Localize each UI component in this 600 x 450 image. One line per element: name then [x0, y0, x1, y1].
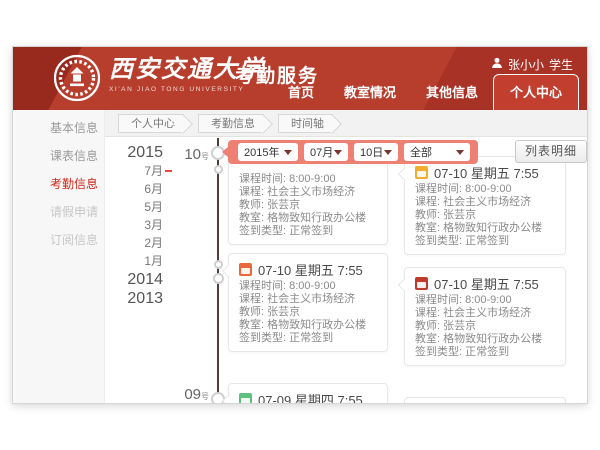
card-title: 07-09 星期四 7:55: [258, 390, 363, 405]
calendar-icon: [239, 263, 252, 276]
attendance-card: 07-10 星期五 7:55 课程时间: 8:00-9:00 课程: 社会主义市…: [228, 253, 388, 352]
chevron-down-icon: [284, 150, 292, 155]
top-nav: 首页 教室情况 其他信息 个人中心: [273, 74, 579, 110]
calendar-icon: [415, 277, 428, 290]
chevron-down-icon: [456, 150, 464, 155]
timeline-month-mar[interactable]: 3月: [119, 216, 163, 234]
day-dropdown[interactable]: 10日: [354, 143, 398, 161]
attendance-card: 07-10 星期五 7:55 课程时间: 8:00-9:00 课程: 社会主义市…: [404, 156, 566, 255]
body: 基本信息 课表信息 考勤信息 请假申请 订阅信息 个人中心 考勤信息 时间轴 2…: [13, 110, 587, 403]
user-name: 张小小: [508, 56, 544, 73]
timeline-month-jul[interactable]: 7月: [119, 162, 163, 180]
user-icon: [491, 57, 503, 72]
page: 西安交通大学 XI'AN JIAO TONG UNIVERSITY 考勤服务 张…: [0, 0, 600, 450]
breadcrumb-attendance[interactable]: 考勤信息: [198, 114, 264, 133]
chevron-down-icon: [384, 150, 392, 155]
sidebar-item-attendance-active[interactable]: 考勤信息: [13, 170, 104, 198]
card-title: 07-10 星期五 7:55: [258, 260, 363, 279]
timeline-month-jun[interactable]: 6月: [119, 180, 163, 198]
sidebar-item-subscription[interactable]: 订阅信息: [13, 226, 104, 254]
timeline-month-jan[interactable]: 1月: [119, 252, 163, 270]
type-dropdown[interactable]: 全部: [404, 143, 470, 161]
current-month-marker: [165, 170, 172, 172]
timeline-month-may[interactable]: 5月: [119, 198, 163, 216]
day-marker-10: 10号: [175, 146, 209, 163]
year-dropdown[interactable]: 2015年: [238, 143, 298, 161]
calendar-icon: [239, 393, 252, 405]
timeline-node: [214, 260, 223, 269]
timeline-month-feb[interactable]: 2月: [119, 234, 163, 252]
attendance-card: 07-10 星期五 7:55 课程时间: 8:00-9:00 课程: 社会主义市…: [404, 267, 566, 366]
timeline-year-2014[interactable]: 2014: [119, 270, 163, 289]
filter-bar: 2015年 07月 10日 全部: [228, 140, 478, 164]
sidebar-item-leave-request[interactable]: 请假申请: [13, 198, 104, 226]
main-content: 个人中心 考勤信息 时间轴 2015 7月 6月 5月 3月 2月 1月: [105, 110, 587, 403]
timeline-node: [214, 165, 223, 174]
timeline-year-list: 2015 7月 6月 5月 3月 2月 1月 2014 2013: [119, 143, 163, 308]
attendance-card-clipped: 07-09 星期四 7:55: [228, 383, 388, 404]
sidebar-item-timetable[interactable]: 课表信息: [13, 142, 104, 170]
user-info[interactable]: 张小小 学生: [491, 56, 573, 73]
breadcrumb-timeline[interactable]: 时间轴: [278, 114, 333, 133]
timeline-year-2013[interactable]: 2013: [119, 289, 163, 308]
timeline-node: [213, 273, 224, 284]
breadcrumb: 个人中心 考勤信息 时间轴: [105, 110, 587, 137]
nav-item-personal-center-active[interactable]: 个人中心: [493, 74, 579, 110]
chevron-down-icon: [334, 150, 342, 155]
card-title: 07-10 星期五 7:55: [434, 163, 539, 182]
nav-item-other-info[interactable]: 其他信息: [411, 82, 493, 110]
timeline-year-2015[interactable]: 2015: [119, 143, 163, 162]
breadcrumb-personal-center[interactable]: 个人中心: [118, 114, 184, 133]
user-role: 学生: [549, 56, 573, 73]
sidebar: 基本信息 课表信息 考勤信息 请假申请 订阅信息: [13, 110, 105, 403]
nav-item-classrooms[interactable]: 教室情况: [329, 82, 411, 110]
sidebar-item-basic-info[interactable]: 基本信息: [13, 114, 104, 142]
timeline-axis: [217, 138, 219, 403]
day-marker-09: 09号: [175, 386, 209, 403]
list-detail-button[interactable]: 列表明细: [515, 140, 587, 163]
app-window: 西安交通大学 XI'AN JIAO TONG UNIVERSITY 考勤服务 张…: [12, 46, 588, 404]
header: 西安交通大学 XI'AN JIAO TONG UNIVERSITY 考勤服务 张…: [13, 47, 587, 110]
month-dropdown[interactable]: 07月: [304, 143, 348, 161]
calendar-icon: [415, 166, 428, 179]
attendance-card-clipped: [404, 397, 566, 404]
card-title: 07-10 星期五 7:55: [434, 274, 539, 293]
university-logo: [53, 54, 101, 102]
nav-item-home[interactable]: 首页: [273, 82, 329, 110]
